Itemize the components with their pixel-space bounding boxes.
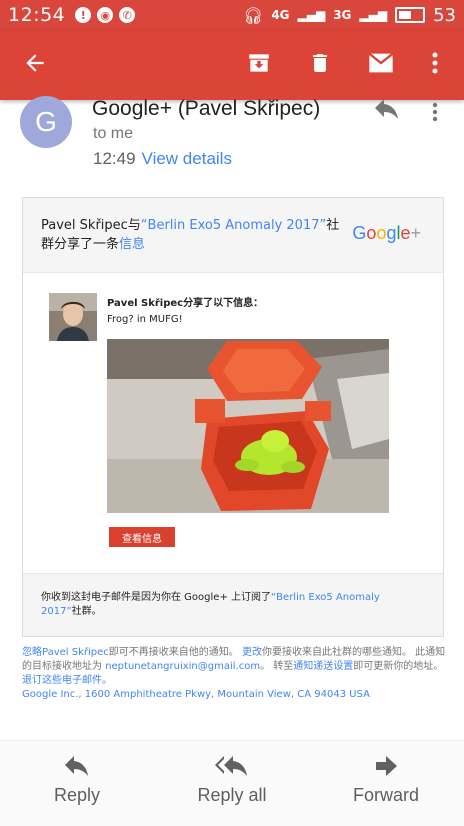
- goto-text: 。 转至: [260, 661, 294, 672]
- email-card: Pavel Skřipec与“Berlin Exo5 Anomaly 2017”…: [22, 197, 444, 637]
- google-plus-logo: Google+: [352, 223, 421, 243]
- recipient-email[interactable]: neptunetangruixin@gmail.com: [105, 661, 260, 672]
- ignore-link[interactable]: 忽略Pavel Skřipec: [22, 647, 109, 658]
- post-panel: Pavel Skřipec分享了以下信息： Frog? in MUFG! 查看信…: [23, 272, 443, 574]
- signal-bars-icon: ▂▄▆: [297, 8, 326, 22]
- reply-label: Reply: [53, 785, 101, 805]
- card-footer: 你收到这封电子邮件是因为你在 Google+ 上订阅了“Berlin Exo5 …: [41, 591, 421, 619]
- phone-icon: ✆: [119, 7, 136, 23]
- reply-all-icon: [215, 756, 247, 776]
- community-link[interactable]: “Berlin Exo5 Anomaly 2017”: [141, 218, 326, 233]
- view-details-link[interactable]: View details: [142, 149, 232, 168]
- forward-icon: [376, 756, 397, 776]
- footer-prefix: 你收到这封电子邮件是因为你在 Google+ 上订阅了: [41, 592, 271, 603]
- unsubscribe-text: 。: [102, 675, 112, 686]
- envelope-icon[interactable]: [366, 48, 396, 78]
- battery-level: 53: [433, 4, 456, 26]
- view-post-button[interactable]: 查看信息: [109, 527, 175, 547]
- reply-button[interactable]: Reply: [22, 755, 132, 806]
- action-bar: Reply Reply all Forward: [0, 740, 464, 826]
- settings-text: 即可更新你的地址。: [353, 661, 444, 672]
- post-link[interactable]: 信息: [119, 237, 145, 252]
- signal-bars-icon-2: ▂▄▆: [359, 8, 388, 22]
- card-header: Pavel Skřipec与“Berlin Exo5 Anomaly 2017”…: [23, 198, 443, 272]
- avatar[interactable]: G: [20, 96, 72, 148]
- post-image[interactable]: [107, 339, 389, 513]
- reply-all-button[interactable]: Reply all: [177, 755, 287, 806]
- change-link[interactable]: 更改: [242, 647, 262, 658]
- card-header-text: Pavel Skřipec与“Berlin Exo5 Anomaly 2017”…: [41, 216, 351, 254]
- status-time: 12:54: [8, 4, 66, 26]
- trash-icon[interactable]: [305, 48, 335, 78]
- forward-label: Forward: [352, 785, 419, 805]
- reply-icon[interactable]: [374, 98, 400, 120]
- reply-all-label: Reply all: [197, 785, 267, 805]
- delivery-settings-link[interactable]: 通知递送设置: [293, 661, 353, 672]
- message-time: 12:49: [93, 149, 136, 168]
- message-more-icon[interactable]: [432, 102, 438, 122]
- post-text: Frog? in MUFG!: [107, 314, 183, 325]
- sharer-photo: [49, 293, 97, 341]
- arrow-left-icon[interactable]: [20, 48, 50, 78]
- footer-suffix: 社群。: [71, 606, 102, 617]
- sharer-text: Pavel Skřipec分享了以下信息：: [107, 294, 263, 309]
- archive-icon[interactable]: [244, 48, 274, 78]
- reply-action-icon: [65, 756, 88, 776]
- status-right: 🎧︎ 4G ▂▄▆ 3G ▂▄▆ 53: [243, 5, 456, 26]
- notification-footer: 忽略Pavel Skřipec即可不再接收来自他的通知。 更改你要接收来自此社群…: [22, 646, 446, 702]
- message-time-row: 12:49 View details: [93, 149, 232, 169]
- header-prefix: Pavel Skřipec与: [41, 218, 141, 233]
- unsubscribe-link[interactable]: 退订这些电子邮件: [22, 675, 102, 686]
- status-bar: 12:54 ! ◉ ✆ 🎧︎ 4G ▂▄▆ 3G ▂▄▆ 53: [0, 0, 464, 30]
- message-header: G Google+ (Pavel Skřipec) to me 12:49 Vie…: [0, 96, 464, 180]
- sender-name: Google+ (Pavel Skřipec): [92, 97, 321, 120]
- app-bar: [0, 30, 464, 100]
- weibo-icon: ◉: [97, 7, 114, 23]
- battery-icon: [395, 7, 426, 23]
- recipient-label: to me: [93, 125, 134, 142]
- more-vert-icon[interactable]: [420, 48, 450, 78]
- google-address: Google Inc., 1600 Amphitheatre Pkwy, Mou…: [22, 689, 370, 700]
- status-notification-icons: ! ◉ ✆: [75, 7, 136, 23]
- ignore-text: 即可不再接收来自他的通知。: [108, 647, 239, 658]
- notification-icon: !: [75, 7, 92, 23]
- signal-3g: 3G: [333, 8, 352, 22]
- sharer-name: Pavel Skřipec分享了以下信息：: [107, 298, 264, 309]
- headphones-icon: 🎧︎: [243, 5, 264, 25]
- signal-4g: 4G: [271, 8, 290, 22]
- forward-button[interactable]: Forward: [331, 755, 441, 806]
